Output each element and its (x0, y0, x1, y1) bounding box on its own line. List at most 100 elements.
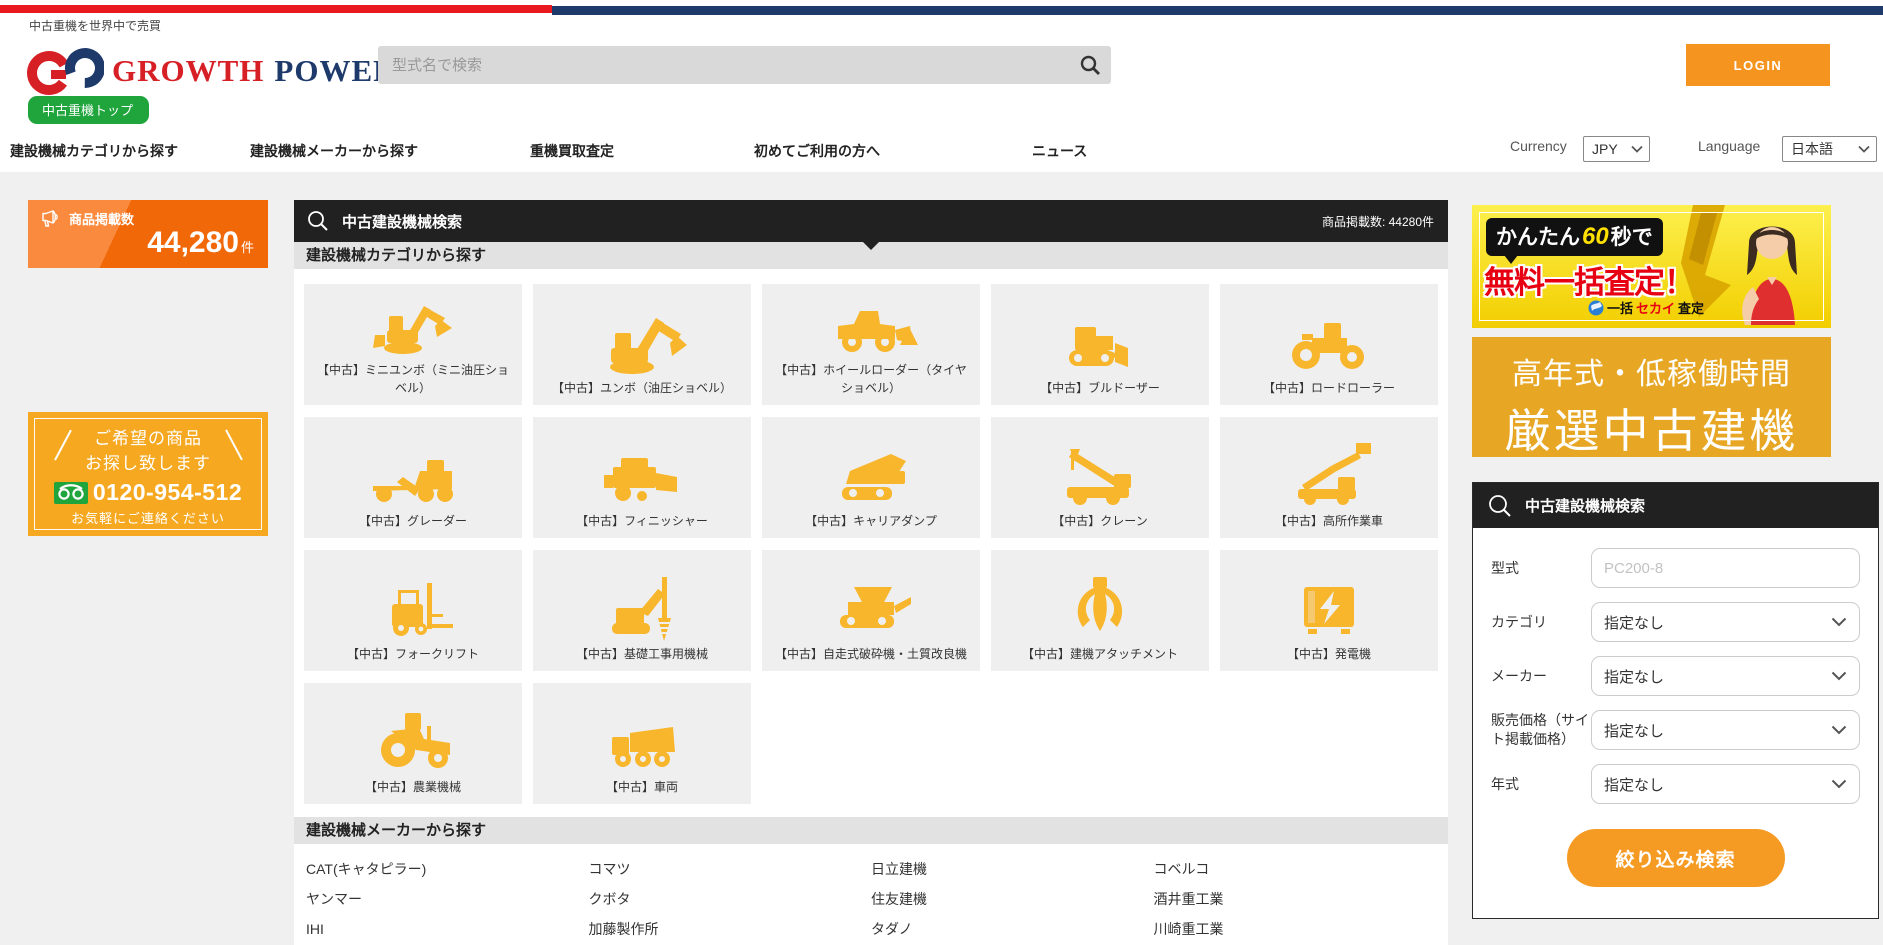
nav-item-3[interactable]: 初めてご利用の方へ (754, 141, 880, 161)
generator-icon (1279, 571, 1379, 643)
category-card[interactable]: 【中古】ホイールローダー（タイヤショベル） (762, 284, 980, 405)
login-button[interactable]: LOGIN (1686, 44, 1830, 86)
contact-banner[interactable]: ご希望の商品 お探し致します 0120-954-512 お気軽にご連絡ください (28, 412, 268, 536)
year-select-value: 指定なし (1604, 774, 1664, 795)
currency-value: JPY (1592, 141, 1618, 157)
used-machine-top-badge[interactable]: 中古重機トップ (28, 96, 149, 124)
refine-search-button[interactable]: 絞り込み検索 (1567, 829, 1785, 887)
category-card[interactable]: 【中古】基礎工事用機械 (533, 550, 751, 671)
category-card[interactable]: 【中古】発電機 (1220, 550, 1438, 671)
maker-field-row: メーカー指定なし (1491, 656, 1860, 696)
category-card[interactable]: 【中古】フィニッシャー (533, 417, 751, 538)
category-card[interactable]: 【中古】建機アタッチメント (991, 550, 1209, 671)
category-label: 【中古】農業機械 (355, 779, 471, 796)
maker-link[interactable]: ヤンマー (306, 884, 589, 914)
brand-name: GROWTHPOWER (112, 53, 397, 89)
category-card[interactable]: 【中古】ミニユンボ（ミニ油圧ショベル） (304, 284, 522, 405)
go-logo-icon (24, 44, 104, 98)
category-label: 【中古】建機アタッチメント (1012, 646, 1188, 663)
refine-search-fields: 型式カテゴリ指定なしメーカー指定なし販売価格（サイト掲載価格）指定なし年式指定な… (1473, 528, 1878, 804)
category-card[interactable]: 【中古】グレーダー (304, 417, 522, 538)
category-label: 【中古】高所作業車 (1265, 513, 1393, 530)
site-tagline: 中古重機を世界中で売買 (29, 17, 161, 34)
chevron-down-icon (1831, 725, 1847, 735)
selected-machines-banner[interactable]: 高年式・低稼働時間 厳選中古建機 (1472, 337, 1831, 457)
category-label: 【中古】フィニッシャー (566, 513, 718, 530)
phone-number: 0120-954-512 (93, 479, 242, 506)
year-field-label: 年式 (1491, 775, 1591, 794)
language-value: 日本語 (1791, 139, 1833, 159)
category-label: 【中古】ブルドーザー (1030, 380, 1170, 397)
category-card[interactable]: 【中古】ロードローラー (1220, 284, 1438, 405)
panel-count: 商品掲載数: 44280件 (1322, 213, 1434, 230)
price-select[interactable]: 指定なし (1591, 710, 1860, 750)
nav-item-0[interactable]: 建設機械カテゴリから探す (10, 141, 178, 161)
maker-link[interactable]: CAT(キャタピラー) (306, 854, 589, 884)
forklift-icon (363, 571, 463, 643)
carrier-dump-icon (821, 438, 921, 510)
price-select-value: 指定なし (1604, 720, 1664, 741)
model-input[interactable] (1591, 548, 1860, 588)
maker-field-label: メーカー (1491, 667, 1591, 686)
category-label: 【中古】グレーダー (349, 513, 477, 530)
category-label: 【中古】ミニユンボ（ミニ油圧ショベル） (304, 362, 522, 397)
language-label: Language (1698, 138, 1760, 154)
truck-icon (592, 704, 692, 776)
year-select[interactable]: 指定なし (1591, 764, 1860, 804)
category-card[interactable]: 【中古】車両 (533, 683, 751, 804)
category-card[interactable]: 【中古】ユンボ（油圧ショベル） (533, 284, 751, 405)
nav-item-4[interactable]: ニュース (1032, 141, 1087, 161)
maker-link[interactable]: コマツ (589, 854, 872, 884)
category-label: 【中古】ユンボ（油圧ショベル） (542, 380, 742, 397)
maker-link[interactable]: 酒井重工業 (1154, 884, 1437, 914)
maker-link[interactable]: IHI (306, 914, 589, 944)
maker-link[interactable]: クボタ (589, 884, 872, 914)
top-stripe-red (0, 5, 552, 13)
maker-select[interactable]: 指定なし (1591, 656, 1860, 696)
search-icon (1487, 493, 1513, 519)
nav-item-1[interactable]: 建設機械メーカーから探す (250, 141, 418, 161)
free-assessment-banner[interactable]: かんたん60秒で 無料一括査定！ 一括セカイ査定 (1472, 205, 1831, 328)
refine-search-header: 中古建設機械検索 (1473, 483, 1878, 528)
maker-section-bar: 建設機械メーカーから探す (294, 817, 1448, 844)
category-label: 【中古】キャリアダンプ (795, 513, 947, 530)
model-search-input[interactable] (378, 57, 1079, 74)
currency-select[interactable]: JPY (1583, 136, 1650, 162)
maker-link[interactable]: タダノ (871, 914, 1154, 944)
road-roller-icon (1279, 305, 1379, 377)
maker-link[interactable]: 加藤製作所 (589, 914, 872, 944)
category-select[interactable]: 指定なし (1591, 602, 1860, 642)
category-card[interactable]: 【中古】クレーン (991, 417, 1209, 538)
banner2-line2: 厳選中古建機 (1472, 395, 1831, 461)
nav-item-2[interactable]: 重機買取査定 (530, 141, 614, 161)
category-label: 【中古】フォークリフト (337, 646, 489, 663)
sekai-satei-logo: 一括セカイ査定 (1588, 298, 1704, 317)
tractor-icon (363, 704, 463, 776)
brand-logo[interactable]: GROWTHPOWER (24, 44, 397, 98)
listing-count-value: 44,280 (147, 226, 239, 259)
category-label: 【中古】発電機 (1277, 646, 1381, 663)
foundation-machine-icon (592, 571, 692, 643)
listing-count-title: 商品掲載数 (69, 209, 134, 228)
panel-title: 中古建設機械検索 (342, 211, 462, 232)
category-field-row: カテゴリ指定なし (1491, 602, 1860, 642)
language-select[interactable]: 日本語 (1782, 136, 1877, 162)
category-card[interactable]: 【中古】自走式破砕機・土質改良機 (762, 550, 980, 671)
category-card[interactable]: 【中古】高所作業車 (1220, 417, 1438, 538)
grader-icon (363, 438, 463, 510)
header-search (378, 46, 1111, 84)
currency-label: Currency (1510, 138, 1567, 154)
category-card[interactable]: 【中古】フォークリフト (304, 550, 522, 671)
banner1-line2: 無料一括査定！ (1484, 257, 1694, 302)
maker-link[interactable]: 日立建機 (871, 854, 1154, 884)
search-icon[interactable] (1079, 54, 1101, 76)
category-card[interactable]: 【中古】農業機械 (304, 683, 522, 804)
crusher-icon (821, 571, 921, 643)
panel-header: 中古建設機械検索 商品掲載数: 44280件 (294, 200, 1448, 242)
category-card[interactable]: 【中古】キャリアダンプ (762, 417, 980, 538)
maker-link[interactable]: 住友建機 (871, 884, 1154, 914)
refine-search-title: 中古建設機械検索 (1525, 495, 1645, 516)
maker-link[interactable]: 川崎重工業 (1154, 914, 1437, 944)
maker-link[interactable]: コベルコ (1154, 854, 1437, 884)
category-card[interactable]: 【中古】ブルドーザー (991, 284, 1209, 405)
